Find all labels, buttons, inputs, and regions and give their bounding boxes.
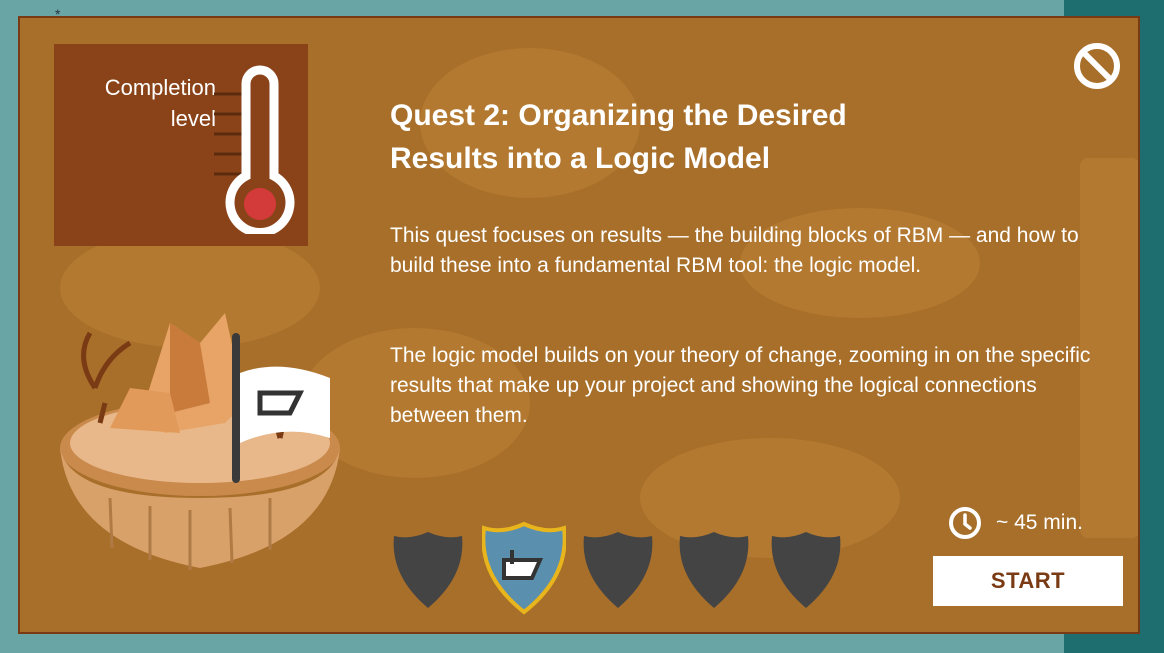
locked-shield-icon — [583, 532, 653, 608]
duration-text: ~ 45 min. — [996, 511, 1083, 534]
locked-shield-icon — [771, 532, 841, 608]
logic-model-shield-icon[interactable] — [482, 520, 566, 616]
quest-modal: Completion level Quest 2: Organizing the… — [18, 16, 1140, 634]
quest-duration: ~ 45 min. — [948, 506, 1083, 540]
completion-label: Completion level — [56, 72, 216, 134]
quest-title-line1: Quest 2: Organizing the Desired — [390, 99, 847, 132]
start-button[interactable]: START — [933, 556, 1123, 606]
quest-description-2: The logic model builds on your theory of… — [390, 344, 1091, 427]
quest-island-illustration — [60, 313, 340, 570]
close-icon[interactable] — [1073, 42, 1121, 90]
quest-title: Quest 2: Organizing the Desired Results … — [390, 94, 1030, 180]
completion-label-line2: level — [170, 106, 216, 131]
quest-description-1: This quest focuses on results — the buil… — [390, 224, 1079, 277]
locked-shield-icon — [393, 532, 463, 608]
completion-panel: Completion level — [54, 44, 308, 246]
quest-title-line2: Results into a Logic Model — [390, 142, 771, 175]
clock-icon — [949, 507, 981, 539]
thermometer-icon — [214, 65, 295, 234]
completion-label-line1: Completion — [104, 75, 216, 100]
locked-shield-icon — [679, 532, 749, 608]
quest-badges — [390, 521, 850, 618]
